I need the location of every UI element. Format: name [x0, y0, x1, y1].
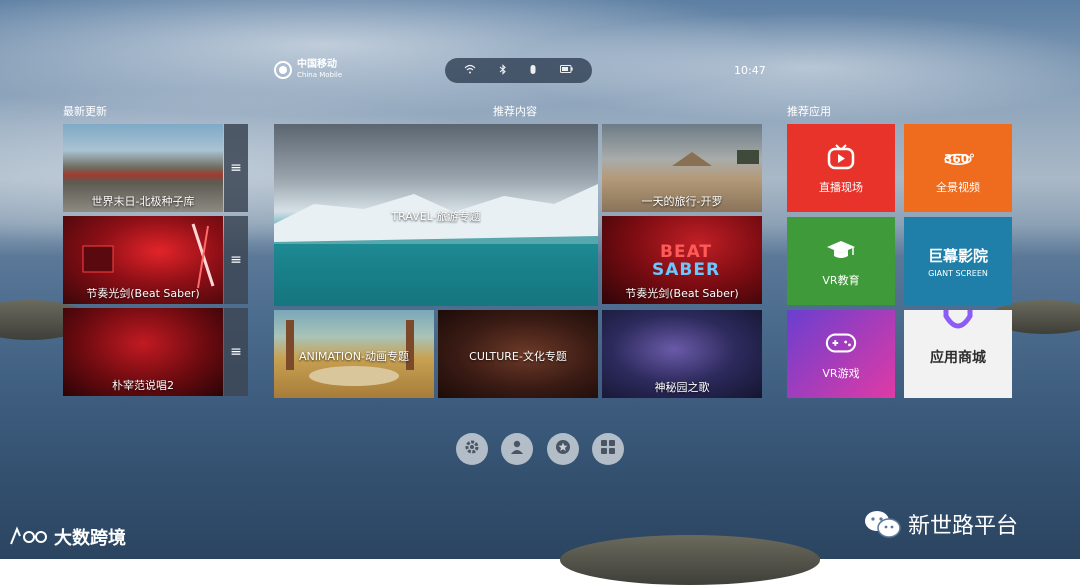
status-bar[interactable] [445, 58, 592, 83]
app-vr-education[interactable]: VR教育 [787, 217, 895, 305]
recommended-tile-secret-garden[interactable]: 神秘园之歌 [602, 310, 762, 398]
user-button[interactable] [501, 433, 533, 465]
controller-icon [529, 64, 537, 78]
wifi-icon [464, 64, 476, 77]
gamepad-icon [825, 327, 857, 359]
tile-caption: 朴宰范说唱2 [112, 379, 174, 392]
recommended-tile-cairo[interactable]: 一天的旅行-开罗 [602, 124, 762, 212]
watermark-right: 新世路平台 [862, 508, 1018, 540]
bluetooth-icon [499, 63, 507, 78]
watermark-left: 大数跨境 [8, 524, 126, 550]
watermark-left-text: 大数跨境 [54, 528, 126, 549]
app-label: VR游戏 [822, 367, 860, 380]
menu-icon: ≡ [230, 160, 242, 176]
wechat-icon [865, 511, 901, 538]
logo-cn-text: 中国移动 [297, 59, 337, 70]
app-vr-game[interactable]: VR游戏 [787, 310, 895, 398]
apps-grid-button[interactable] [592, 433, 624, 465]
rock-bottom [560, 535, 820, 585]
tv-play-icon [825, 141, 857, 173]
latest-tile-seed-vault[interactable]: 世界末日-北极种子库 [63, 124, 223, 212]
recommended-tile-culture[interactable]: CULTURE-文化专题 [438, 310, 598, 398]
battery-icon [559, 65, 573, 76]
app-live[interactable]: 直播现场 [787, 124, 895, 212]
settings-button[interactable] [456, 433, 488, 465]
logo-en-text: China Mobile [297, 71, 343, 79]
app-label: VR教育 [822, 274, 860, 287]
beat-logo-text: BEAT [660, 242, 713, 262]
saber-logo-text: SABER [652, 260, 721, 280]
watermark-right-text: 新世路平台 [908, 514, 1019, 539]
favorites-button[interactable] [547, 433, 579, 465]
user-icon [509, 439, 525, 459]
menu-icon: ≡ [230, 252, 242, 268]
app-panorama[interactable]: 360° 全景视频 [904, 124, 1012, 212]
latest-menu-handle-1[interactable]: ≡ [224, 124, 248, 212]
recommended-hero-travel[interactable]: TRAVEL-旅游专题 [274, 124, 598, 306]
latest-menu-handle-3[interactable]: ≡ [224, 308, 248, 396]
app-label: 直播现场 [819, 181, 863, 194]
tile-caption: 节奏光剑(Beat Saber) [625, 287, 739, 300]
tile-caption: ANIMATION-动画专题 [299, 350, 409, 363]
tile-caption: 节奏光剑(Beat Saber) [86, 287, 200, 300]
star-icon [555, 439, 571, 459]
section-title-latest: 最新更新 [63, 105, 107, 118]
section-title-recommended: 推荐内容 [493, 105, 537, 118]
latest-tile-beat-saber[interactable]: 节奏光剑(Beat Saber) [63, 216, 223, 304]
panorama-badge: 360° [944, 152, 976, 166]
watermark-logo-icon [10, 526, 47, 545]
latest-menu-handle-2[interactable]: ≡ [224, 216, 248, 304]
tile-caption: 一天的旅行-开罗 [641, 195, 723, 208]
tile-caption: 世界末日-北极种子库 [91, 195, 195, 208]
giant-screen-cn: 巨幕影院 [927, 246, 988, 265]
giant-screen-en: GIANT SCREEN [928, 268, 988, 278]
latest-tile-rap[interactable]: 朴宰范说唱2 [63, 308, 223, 396]
settings-icon [464, 439, 480, 459]
app-label: 应用商城 [930, 350, 986, 366]
recommended-tile-beat-saber[interactable]: BEAT SABER 节奏光剑(Beat Saber) [602, 216, 762, 304]
china-mobile-icon [274, 61, 292, 79]
menu-icon: ≡ [230, 344, 242, 360]
tile-caption: 神秘园之歌 [654, 381, 710, 394]
china-mobile-logo: 中国移动 China Mobile [274, 60, 342, 80]
tile-caption: CULTURE-文化专题 [469, 350, 567, 363]
app-label: 全景视频 [936, 181, 980, 194]
grid-icon [600, 439, 616, 459]
app-store[interactable]: 应用商城 [904, 310, 1012, 398]
store-logo-icon [943, 310, 973, 329]
clock: 10:47 [734, 64, 766, 77]
graduation-cap-icon [825, 234, 857, 266]
hero-caption: TRAVEL-旅游专题 [391, 210, 481, 223]
recommended-tile-animation[interactable]: ANIMATION-动画专题 [274, 310, 434, 398]
section-title-apps: 推荐应用 [787, 105, 831, 118]
app-giant-screen[interactable]: 巨幕影院 GIANT SCREEN [904, 217, 1012, 305]
